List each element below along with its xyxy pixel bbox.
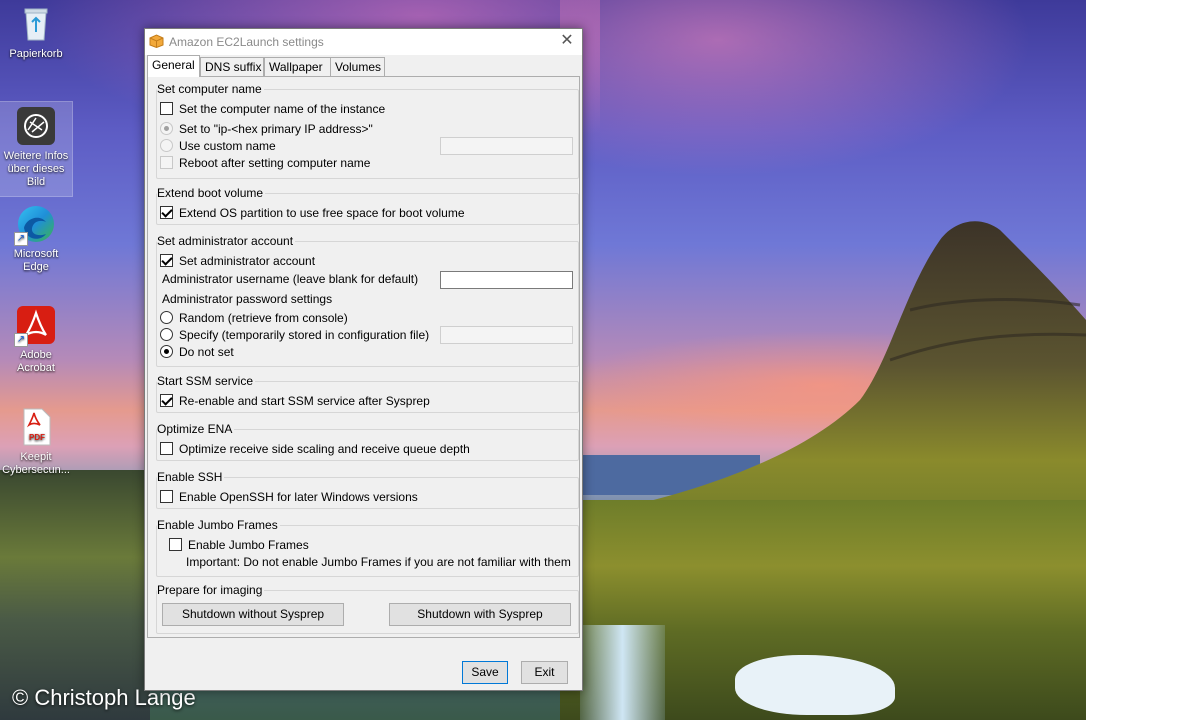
desktop-icon-edge[interactable]: ↗ Microsoft Edge [0,204,72,274]
desktop-icon-label: Adobe Acrobat [17,349,55,374]
tab-general[interactable]: General [147,55,200,77]
group-prepare-for-imaging: Prepare for imaging Shutdown without Sys… [156,583,579,634]
pdf-file-icon: PDF [16,407,56,447]
radio-button[interactable] [160,345,173,359]
edge-browser-icon: ↗ [14,204,56,246]
checkbox-label: Re-enable and start SSM service after Sy… [179,394,430,408]
desktop-icon-keepit-pdf[interactable]: PDF Keepit Cybersecun... [0,407,72,477]
desktop-icon-more-info[interactable]: Weitere Infos über dieses Bild [0,101,73,197]
group-set-computer-name: Set computer name Set the computer name … [156,82,579,179]
checkbox-label: Enable OpenSSH for later Windows version… [179,490,418,504]
acrobat-icon: ↗ [14,305,56,347]
group-title: Set administrator account [157,234,296,248]
radio-password-specify[interactable]: Specify (temporarily stored in configura… [160,327,429,343]
optimize-ena-checkbox[interactable]: Optimize receive side scaling and receiv… [160,441,470,457]
radio-button [160,122,173,136]
checkbox-box[interactable] [160,490,173,504]
wallpaper-clouds-right [560,0,1086,200]
radio-password-random[interactable]: Random (retrieve from console) [160,310,348,326]
radio-label: Specify (temporarily stored in configura… [179,328,430,342]
password-field [440,326,573,344]
shortcut-arrow-icon: ↗ [14,333,28,347]
admin-username-field[interactable] [440,271,573,289]
admin-username-label: Administrator username (leave blank for … [162,272,419,286]
group-title: Optimize ENA [157,422,235,436]
checkbox-box[interactable] [169,538,182,552]
group-start-ssm-service: Start SSM service Re-enable and start SS… [156,374,579,414]
camera-lens-icon [16,106,56,146]
jumbo-frames-warning: Important: Do not enable Jumbo Frames if… [186,555,571,569]
checkbox-box[interactable] [160,206,173,220]
tab-wallpaper[interactable]: Wallpaper [264,57,331,76]
enable-jumbo-frames-checkbox[interactable]: Enable Jumbo Frames [169,537,309,553]
general-tab-page: Set computer name Set the computer name … [147,76,580,638]
wallpaper-waterfall [580,625,665,720]
ec2launch-settings-dialog: Amazon EC2Launch settings ✕ General DNS … [144,28,583,691]
close-icon[interactable]: ✕ [552,29,582,55]
checkbox-box[interactable] [160,254,173,268]
group-enable-ssh: Enable SSH Enable OpenSSH for later Wind… [156,470,579,510]
radio-ip-name: Set to "ip-<hex primary IP address>" [160,121,373,137]
checkbox-label: Reboot after setting computer name [179,156,371,170]
exit-button[interactable]: Exit [521,661,568,684]
checkbox-label: Enable Jumbo Frames [188,538,309,552]
tab-dns-suffix[interactable]: DNS suffix [200,57,264,76]
save-button[interactable]: Save [462,661,508,684]
radio-label: Set to "ip-<hex primary IP address>" [179,122,373,136]
wallpaper-left-rocks [0,470,150,720]
shortcut-arrow-icon: ↗ [14,232,28,246]
group-title: Enable SSH [157,470,225,484]
radio-button [160,139,173,153]
custom-name-field [440,137,573,155]
password-settings-label: Administrator password settings [162,292,333,306]
package-icon [149,34,164,49]
checkbox-box[interactable] [160,394,173,408]
desktop-icon-label: Keepit Cybersecun... [2,451,70,476]
group-enable-jumbo-frames: Enable Jumbo Frames Enable Jumbo Frames … [156,518,579,577]
desktop-icon-recycle-bin[interactable]: Papierkorb [0,4,72,61]
recycle-bin-icon [16,4,56,44]
tab-volumes[interactable]: Volumes [330,57,385,76]
group-title: Enable Jumbo Frames [157,518,280,532]
desktop-icon-label: Papierkorb [9,48,63,60]
checkbox-label: Extend OS partition to use free space fo… [179,206,465,220]
checkbox-label: Optimize receive side scaling and receiv… [179,442,470,456]
checkbox-label: Set administrator account [179,254,316,268]
checkbox-label: Set the computer name of the instance [179,102,386,116]
radio-label: Random (retrieve from console) [179,311,348,325]
reboot-checkbox: Reboot after setting computer name [160,155,370,171]
group-title: Extend boot volume [157,186,266,200]
checkbox-box [160,156,173,170]
checkbox-box[interactable] [160,442,173,456]
shutdown-with-sysprep-button[interactable]: Shutdown with Sysprep [389,603,571,626]
radio-custom-name: Use custom name [160,138,276,154]
desktop-icon-label: Microsoft Edge [13,248,59,273]
radio-password-not-set[interactable]: Do not set [160,344,234,360]
checkbox-box[interactable] [160,102,173,116]
radio-button[interactable] [160,328,173,342]
set-admin-checkbox[interactable]: Set administrator account [160,253,315,269]
dialog-titlebar[interactable]: Amazon EC2Launch settings ✕ [145,29,582,55]
group-extend-boot-volume: Extend boot volume Extend OS partition t… [156,186,579,226]
group-set-administrator-account: Set administrator account Set administra… [156,234,579,367]
group-optimize-ena: Optimize ENA Optimize receive side scali… [156,422,579,462]
reenable-ssm-checkbox[interactable]: Re-enable and start SSM service after Sy… [160,393,430,409]
radio-label: Use custom name [179,139,276,153]
shutdown-without-sysprep-button[interactable]: Shutdown without Sysprep [162,603,344,626]
group-title: Start SSM service [157,374,256,388]
set-computer-name-checkbox[interactable]: Set the computer name of the instance [160,101,385,117]
extend-partition-checkbox[interactable]: Extend OS partition to use free space fo… [160,205,465,221]
group-title: Set computer name [157,82,264,96]
group-title: Prepare for imaging [157,583,265,597]
radio-label: Do not set [179,345,234,359]
wallpaper-mountain [560,221,1086,540]
svg-text:PDF: PDF [29,433,45,442]
desktop-icon-acrobat[interactable]: ↗ Adobe Acrobat [0,305,72,375]
enable-openssh-checkbox[interactable]: Enable OpenSSH for later Windows version… [160,489,418,505]
dialog-title: Amazon EC2Launch settings [169,35,324,49]
radio-button[interactable] [160,311,173,325]
desktop-icon-label: Weitere Infos über dieses Bild [3,150,69,188]
